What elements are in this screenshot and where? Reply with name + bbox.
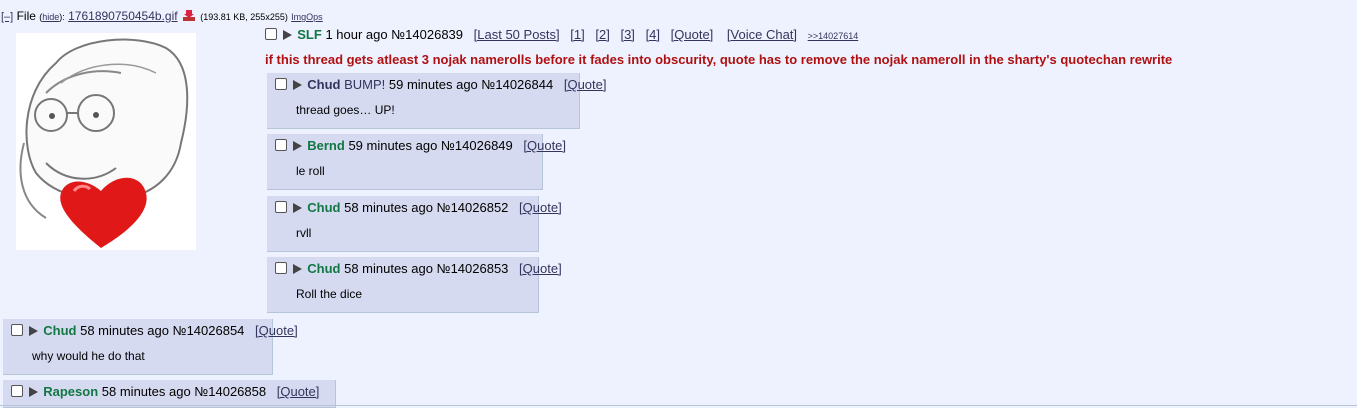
post-checkbox[interactable] — [11, 324, 23, 336]
post-menu-arrow-icon[interactable] — [292, 203, 302, 213]
post-time: 58 minutes ago — [344, 261, 433, 276]
post-thumbnail[interactable] — [16, 33, 196, 250]
reply-post: Rapeson 58 minutes ago №14026858 [Quote] — [3, 380, 336, 408]
post-body: Roll the dice — [296, 287, 363, 301]
reply-post: Chud BUMP! 59 minutes ago №14026844 [Quo… — [267, 73, 606, 129]
post-checkbox[interactable] — [11, 385, 23, 397]
quote-link[interactable]: [Quote] — [519, 200, 562, 215]
reply-post: Bernd 59 minutes ago №14026849 [Quote] l… — [267, 134, 566, 190]
backlink[interactable]: >>14027614 — [808, 31, 859, 41]
post-number[interactable]: №14026839 — [391, 27, 463, 42]
post-menu-arrow-icon[interactable] — [292, 264, 302, 274]
post-menu-arrow-icon[interactable] — [28, 326, 38, 336]
page-3-link[interactable]: [3] — [620, 27, 634, 42]
post-body: thread goes… UP! — [296, 103, 395, 117]
wojak-heart-image — [16, 33, 196, 250]
op-post-header: SLF 1 hour ago №14026839 [Last 50 Posts]… — [265, 27, 858, 42]
op-subject: if this thread gets atleast 3 nojak name… — [265, 52, 1173, 67]
post-number[interactable]: №14026844 — [481, 77, 553, 92]
post-time: 58 minutes ago — [344, 200, 433, 215]
poster-name: Chud — [43, 323, 77, 338]
download-icon[interactable] — [182, 10, 195, 21]
file-meta: (193.81 KB, 255x255) — [200, 12, 288, 22]
post-body: le roll — [296, 164, 325, 178]
post-checkbox[interactable] — [275, 139, 287, 151]
quote-link[interactable]: [Quote] — [519, 261, 562, 276]
post-menu-arrow-icon[interactable] — [28, 387, 38, 397]
poster-name: Chud — [307, 200, 341, 215]
file-info: [–] File (hide): 1761890750454b.gif (193… — [1, 9, 323, 23]
post-checkbox[interactable] — [275, 262, 287, 274]
hide-link[interactable]: hide — [42, 12, 59, 22]
reply-post: Chud 58 minutes ago №14026852 [Quote] rv… — [267, 196, 562, 252]
poster-name: Rapeson — [43, 384, 99, 399]
post-number[interactable]: №14026858 — [194, 384, 266, 399]
post-number[interactable]: №14026852 — [437, 200, 509, 215]
quote-link[interactable]: [Quote] — [255, 323, 298, 338]
post-checkbox[interactable] — [265, 28, 277, 40]
reply-post: Chud 58 minutes ago №14026853 [Quote] Ro… — [267, 257, 562, 313]
post-body: rvll — [296, 226, 312, 240]
post-checkbox[interactable] — [275, 78, 287, 90]
page-4-link[interactable]: [4] — [646, 27, 660, 42]
post-menu-arrow-icon[interactable] — [292, 141, 302, 151]
file-label: File — [16, 9, 36, 23]
post-time: 58 minutes ago — [80, 323, 169, 338]
page-2-link[interactable]: [2] — [595, 27, 609, 42]
post-time: 1 hour ago — [325, 27, 388, 42]
poster-name: Chud — [307, 77, 341, 92]
post-number[interactable]: №14026853 — [437, 261, 509, 276]
post-menu-arrow-icon[interactable] — [292, 80, 302, 90]
reply-post: Chud 58 minutes ago №14026854 [Quote] wh… — [3, 319, 298, 375]
divider — [0, 405, 1357, 406]
quote-link[interactable]: [Quote] — [277, 384, 320, 399]
imgops-link[interactable]: ImgOps — [291, 12, 323, 22]
post-number[interactable]: №14026854 — [173, 323, 245, 338]
quote-link[interactable]: [Quote] — [523, 138, 566, 153]
last-50-link[interactable]: [Last 50 Posts] — [474, 27, 560, 42]
post-time: 59 minutes ago — [348, 138, 438, 153]
page-1-link[interactable]: [1] — [570, 27, 584, 42]
voice-chat-link[interactable]: [Voice Chat] — [727, 27, 797, 42]
quote-link[interactable]: [Quote] — [564, 77, 607, 92]
post-time: 59 minutes ago — [388, 77, 478, 92]
poster-name: SLF — [297, 27, 322, 42]
file-link[interactable]: 1761890750454b.gif — [68, 9, 177, 23]
post-number[interactable]: №14026849 — [441, 138, 513, 153]
hide-wrapper: (hide): — [39, 12, 65, 22]
collapse-toggle[interactable]: [–] — [1, 11, 13, 23]
poster-name: Bernd — [307, 138, 345, 153]
post-body: why would he do that — [32, 349, 145, 363]
quote-link[interactable]: [Quote] — [671, 27, 714, 42]
bump-label: BUMP! — [344, 77, 386, 92]
post-menu-arrow-icon[interactable] — [282, 30, 292, 40]
post-time: 58 minutes ago — [101, 384, 191, 399]
post-checkbox[interactable] — [275, 201, 287, 213]
poster-name: Chud — [307, 261, 341, 276]
